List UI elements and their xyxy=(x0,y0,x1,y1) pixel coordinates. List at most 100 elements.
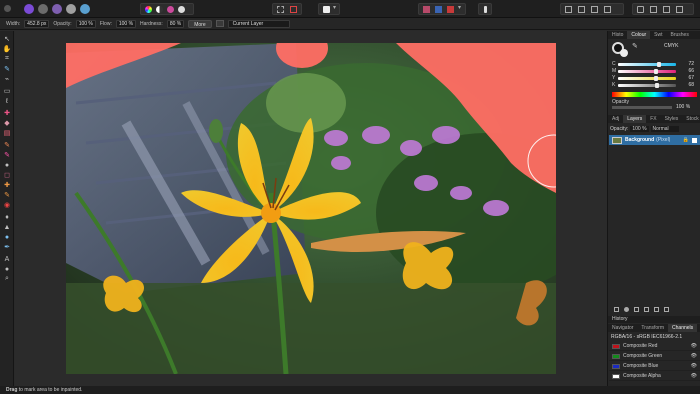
colour-model-select[interactable]: CMYK xyxy=(664,43,678,49)
pen-tool-icon[interactable]: ✒ xyxy=(3,243,11,251)
delete-layer-icon[interactable] xyxy=(664,307,669,312)
flood-select-icon[interactable]: ⌁ xyxy=(3,75,11,83)
layer-mask-icon[interactable] xyxy=(614,307,619,312)
opacity-field[interactable]: 100 % xyxy=(75,19,96,28)
history-panel-header[interactable]: History xyxy=(608,316,700,323)
paint-brush-icon[interactable]: ✎ xyxy=(3,141,11,149)
quick-mask-icon[interactable] xyxy=(323,6,330,13)
tab-stock[interactable]: Stock xyxy=(682,115,700,123)
dodge-brush-icon[interactable]: ● xyxy=(3,161,11,169)
group-layer-icon[interactable] xyxy=(604,6,611,13)
slider-knob[interactable] xyxy=(653,68,658,74)
inpainting-brush-icon[interactable]: ✎ xyxy=(3,191,11,199)
curves-icon[interactable] xyxy=(167,6,174,13)
erase-brush-icon[interactable]: ◻ xyxy=(3,171,11,179)
transform-icon[interactable] xyxy=(447,6,454,13)
white-balance-icon[interactable] xyxy=(178,6,185,13)
colour-picker-icon[interactable]: ✎ xyxy=(632,42,638,50)
gradient-tool-icon[interactable]: ▤ xyxy=(3,129,11,137)
fill-layer-icon[interactable] xyxy=(591,6,598,13)
eye-icon[interactable]: 👁 xyxy=(691,353,697,359)
layer-opacity-field[interactable]: 100 % xyxy=(630,126,649,132)
align-icon[interactable] xyxy=(423,6,430,13)
tab-brushes[interactable]: Brushes xyxy=(666,31,692,39)
eye-icon[interactable]: 👁 xyxy=(691,343,697,349)
colour-spectrum[interactable] xyxy=(612,92,697,97)
tab-styles[interactable]: Styles xyxy=(661,115,683,123)
tab-layers[interactable]: Layers xyxy=(623,115,647,123)
tab-adjustments[interactable]: Adj xyxy=(608,115,623,123)
tab-transform[interactable]: Transform xyxy=(637,324,668,332)
hardness-field[interactable]: 80 % xyxy=(166,19,185,28)
develop-persona-icon[interactable] xyxy=(52,4,62,14)
red-eye-tool-icon[interactable]: ◉ xyxy=(3,201,11,209)
source-layer-select[interactable]: Current Layer xyxy=(227,19,290,28)
tab-histogram[interactable]: Histo xyxy=(608,31,627,39)
tab-colour[interactable]: Colour xyxy=(627,31,651,39)
tab-swatches[interactable]: Swt xyxy=(650,31,666,39)
export-persona-icon[interactable] xyxy=(80,4,90,14)
crop-tool-icon[interactable]: ⌗ xyxy=(3,55,11,63)
channel-row[interactable]: Composite Alpha 👁 xyxy=(609,372,700,381)
retouch-tool-icon[interactable]: ✚ xyxy=(3,181,11,189)
fill-tool-icon[interactable]: ◆ xyxy=(3,119,11,127)
view-icon[interactable] xyxy=(676,6,683,13)
panel-opacity-value[interactable]: 100 % xyxy=(676,104,690,110)
tab-navigator[interactable]: Navigator xyxy=(608,324,637,332)
zoom-tool-icon[interactable]: ⌕ xyxy=(3,275,11,283)
sample-layer-icon[interactable] xyxy=(215,20,224,27)
tab-channels[interactable]: Channels xyxy=(668,324,698,332)
view-tool-icon[interactable]: ✋ xyxy=(3,45,12,53)
liquify-persona-icon[interactable] xyxy=(38,4,48,14)
assistant-button[interactable] xyxy=(478,3,492,15)
pixel-layer-icon[interactable] xyxy=(578,6,585,13)
group-icon[interactable] xyxy=(644,307,649,312)
mask-layer-icon[interactable] xyxy=(565,6,572,13)
adjustment-icon[interactable] xyxy=(624,307,629,312)
selection-brush-icon[interactable]: ✎ xyxy=(3,65,11,73)
channel-value[interactable]: 66 xyxy=(680,68,694,74)
shape-tool-icon[interactable]: ● xyxy=(3,265,11,273)
grid-icon[interactable] xyxy=(650,6,657,13)
clone-brush-icon[interactable]: ✎ xyxy=(3,151,11,159)
eye-icon[interactable]: 👁 xyxy=(691,363,697,369)
marquee-tool-icon[interactable]: ▭ xyxy=(3,87,11,95)
chevron-down-icon[interactable]: ▾ xyxy=(333,4,336,11)
tone-mapping-persona-icon[interactable] xyxy=(66,4,76,14)
channel-slider[interactable] xyxy=(618,61,676,67)
blend-mode-select[interactable]: Normal xyxy=(650,126,679,132)
channel-slider[interactable] xyxy=(618,82,676,88)
lock-icon[interactable] xyxy=(637,6,644,13)
channel-slider[interactable] xyxy=(618,75,676,81)
snap-icon[interactable] xyxy=(663,6,670,13)
slider-knob[interactable] xyxy=(656,61,661,67)
colour-picker-icon[interactable]: ✚ xyxy=(3,109,11,117)
channel-value[interactable]: 72 xyxy=(680,61,694,67)
smudge-brush-icon[interactable]: ♦ xyxy=(3,213,11,221)
channel-row[interactable]: Composite Green 👁 xyxy=(609,352,700,361)
close-window-button[interactable] xyxy=(4,5,11,12)
visibility-checkbox[interactable] xyxy=(692,137,697,143)
slider-knob[interactable] xyxy=(654,75,659,81)
blur-brush-icon[interactable]: ● xyxy=(3,233,11,241)
chevron-down-icon[interactable]: ▾ xyxy=(458,4,461,11)
deselect-icon[interactable] xyxy=(290,6,297,13)
channel-row[interactable]: Composite Red 👁 xyxy=(609,342,700,351)
eye-icon[interactable]: 👁 xyxy=(691,373,697,379)
move-tool-icon[interactable]: ↖ xyxy=(3,35,11,43)
tab-effects[interactable]: FX xyxy=(646,115,660,123)
fx-icon[interactable] xyxy=(634,307,639,312)
layer-row-background[interactable]: Background (Pixel) 🔒 xyxy=(609,135,700,145)
add-layer-icon[interactable] xyxy=(654,307,659,312)
channel-row[interactable]: Composite Blue 👁 xyxy=(609,362,700,371)
snapping-icon[interactable] xyxy=(435,6,442,13)
more-button[interactable]: More xyxy=(188,19,212,28)
text-tool-icon[interactable]: A xyxy=(3,255,11,263)
flow-field[interactable]: 100 % xyxy=(115,19,137,28)
slider-knob[interactable] xyxy=(654,82,659,88)
width-field[interactable]: 452.8 px xyxy=(24,19,50,28)
channel-slider[interactable] xyxy=(618,68,676,74)
freehand-select-icon[interactable]: ℓ xyxy=(3,97,11,105)
secondary-colour-swatch[interactable] xyxy=(620,49,628,57)
levels-icon[interactable] xyxy=(156,6,163,13)
